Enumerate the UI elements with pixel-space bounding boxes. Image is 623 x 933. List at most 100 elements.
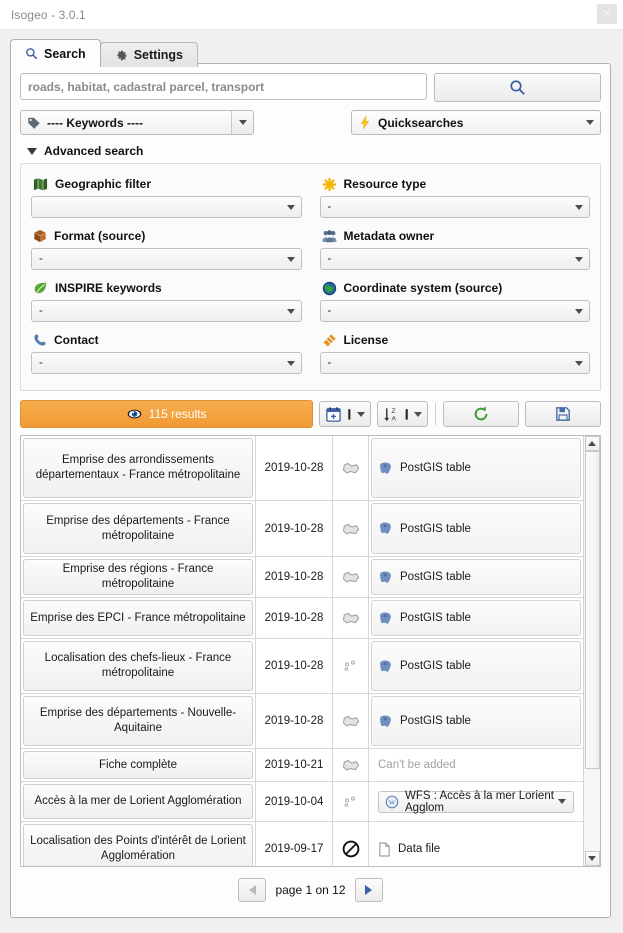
svg-text:A: A (391, 415, 396, 422)
isogeo-window: Isogeo - 3.0.1 ✕ Search Settings roads, … (0, 0, 623, 933)
result-format[interactable]: PostGIS table (371, 696, 581, 746)
quicksearches-dropdown[interactable]: Quicksearches (351, 110, 601, 135)
table-row[interactable]: Emprise des régions - France métropolita… (21, 557, 583, 598)
next-page-button[interactable] (354, 878, 383, 902)
tab-search-label: Search (44, 46, 86, 61)
keywords-label: ---- Keywords ---- (47, 115, 143, 130)
chevron-down-icon[interactable] (231, 111, 253, 134)
window-title: Isogeo - 3.0.1 (11, 7, 86, 22)
scrollbar-track[interactable] (584, 451, 600, 851)
chevron-down-icon (356, 411, 365, 417)
table-row[interactable]: Emprise des arrondissements départementa… (21, 436, 583, 501)
point-icon (333, 639, 369, 693)
tab-settings[interactable]: Settings (99, 42, 199, 67)
result-date: 2019-09-17 (255, 822, 333, 866)
users-icon (322, 229, 337, 243)
inspire-keywords-select[interactable]: - (31, 300, 302, 322)
polygon-icon (333, 694, 369, 748)
result-format[interactable]: PostGIS table (371, 559, 581, 595)
chevron-down-icon (286, 301, 295, 321)
save-search-button[interactable] (524, 401, 601, 427)
polygon-icon (333, 749, 369, 781)
close-icon[interactable]: ✕ (597, 4, 617, 24)
result-format[interactable]: W WFS : Accès à la mer Lorient Agglom (371, 784, 581, 819)
search-button[interactable] (434, 73, 601, 102)
date-filter-button[interactable]: ❙ (319, 401, 371, 427)
result-title[interactable]: Emprise des arrondissements départementa… (23, 438, 253, 498)
sort-za-icon: ZA (383, 406, 400, 423)
result-title[interactable]: Localisation des chefs-lieux - France mé… (23, 641, 253, 691)
no-geometry-icon (333, 822, 369, 866)
result-title[interactable]: Emprise des EPCI - France métropolitaine (23, 600, 253, 636)
polygon-icon (333, 598, 369, 638)
coordinate-system-select[interactable]: - (319, 300, 590, 322)
contact-select[interactable]: - (31, 352, 302, 374)
magnifier-icon (509, 79, 526, 96)
postgis-icon (378, 611, 393, 626)
search-input[interactable] (20, 73, 427, 100)
result-format: Can't be added (371, 751, 581, 779)
search-row (11, 64, 610, 102)
svg-text:W: W (389, 799, 396, 806)
advanced-search-panel: Geographic filter Resource type - Format… (20, 163, 601, 391)
asterisk-icon (322, 177, 337, 192)
scroll-down-button[interactable] (584, 851, 600, 866)
result-date: 2019-10-28 (255, 598, 333, 638)
postgis-icon (378, 714, 393, 729)
tab-search[interactable]: Search (10, 39, 101, 67)
filter-format-source: Format (source) - (31, 224, 302, 276)
sort-button[interactable]: ZA ❙ (376, 401, 428, 427)
chevron-down-icon[interactable] (579, 111, 600, 134)
reset-button[interactable] (442, 401, 519, 427)
table-row[interactable]: Emprise des départements - France métrop… (21, 501, 583, 557)
table-row[interactable]: Accès à la mer de Lorient Agglomération … (21, 782, 583, 822)
chevron-down-icon (575, 197, 583, 217)
floppy-disk-icon (555, 406, 571, 422)
format-source-select[interactable]: - (31, 248, 302, 270)
metadata-owner-select[interactable]: - (319, 248, 590, 270)
result-title[interactable]: Localisation des Points d'intérêt de Lor… (23, 824, 253, 866)
scroll-up-button[interactable] (584, 436, 600, 451)
results-scrollbar[interactable] (583, 436, 600, 866)
result-format[interactable]: PostGIS table (371, 438, 581, 498)
result-title[interactable]: Emprise des départements - Nouvelle-Aqui… (23, 696, 253, 746)
results-count-bar[interactable]: 115 results (20, 400, 314, 428)
table-row[interactable]: Emprise des EPCI - France métropolitaine… (21, 598, 583, 639)
result-date: 2019-10-28 (255, 639, 333, 693)
filter-contact: Contact - (31, 328, 302, 380)
table-row[interactable]: Emprise des départements - Nouvelle-Aqui… (21, 694, 583, 749)
result-title[interactable]: Emprise des départements - France métrop… (23, 503, 253, 554)
keywords-dropdown[interactable]: ---- Keywords ---- (20, 110, 254, 135)
wfs-service-dropdown[interactable]: W WFS : Accès à la mer Lorient Agglom (378, 790, 574, 814)
result-format[interactable]: PostGIS table (371, 503, 581, 554)
point-icon (333, 782, 369, 821)
postgis-icon (378, 521, 393, 536)
tag-icon (27, 116, 41, 130)
chevron-down-icon[interactable] (558, 799, 566, 804)
result-date: 2019-10-28 (255, 501, 333, 556)
table-row[interactable]: Localisation des chefs-lieux - France mé… (21, 639, 583, 694)
filter-grid: Geographic filter Resource type - Format… (31, 172, 590, 380)
results-count-label: 115 results (148, 407, 207, 421)
previous-page-button[interactable] (238, 878, 267, 902)
svg-text:Z: Z (391, 408, 395, 415)
result-title[interactable]: Accès à la mer de Lorient Agglomération (23, 784, 253, 819)
filter-geographic-filter: Geographic filter (31, 172, 302, 224)
globe-icon (322, 281, 337, 296)
result-title[interactable]: Emprise des régions - France métropolita… (23, 559, 253, 595)
polygon-icon (333, 436, 369, 500)
result-format[interactable]: PostGIS table (371, 641, 581, 691)
scrollbar-thumb[interactable] (584, 451, 600, 769)
result-title[interactable]: Fiche complète (23, 751, 253, 779)
tab-strip: Search Settings (10, 39, 623, 67)
advanced-search-toggle[interactable]: Advanced search (11, 135, 610, 163)
result-format[interactable]: PostGIS table (371, 600, 581, 636)
geographic-filter-select[interactable] (31, 196, 302, 218)
chevron-down-icon (286, 249, 295, 269)
license-select[interactable]: - (319, 352, 590, 374)
table-row[interactable]: Fiche complète 2019-10-21 Can't be added (21, 749, 583, 782)
resource-type-select[interactable]: - (319, 196, 590, 218)
table-row[interactable]: Localisation des Points d'intérêt de Lor… (21, 822, 583, 866)
page-indicator: page 1 on 12 (275, 883, 346, 897)
chevron-down-icon (413, 411, 422, 417)
